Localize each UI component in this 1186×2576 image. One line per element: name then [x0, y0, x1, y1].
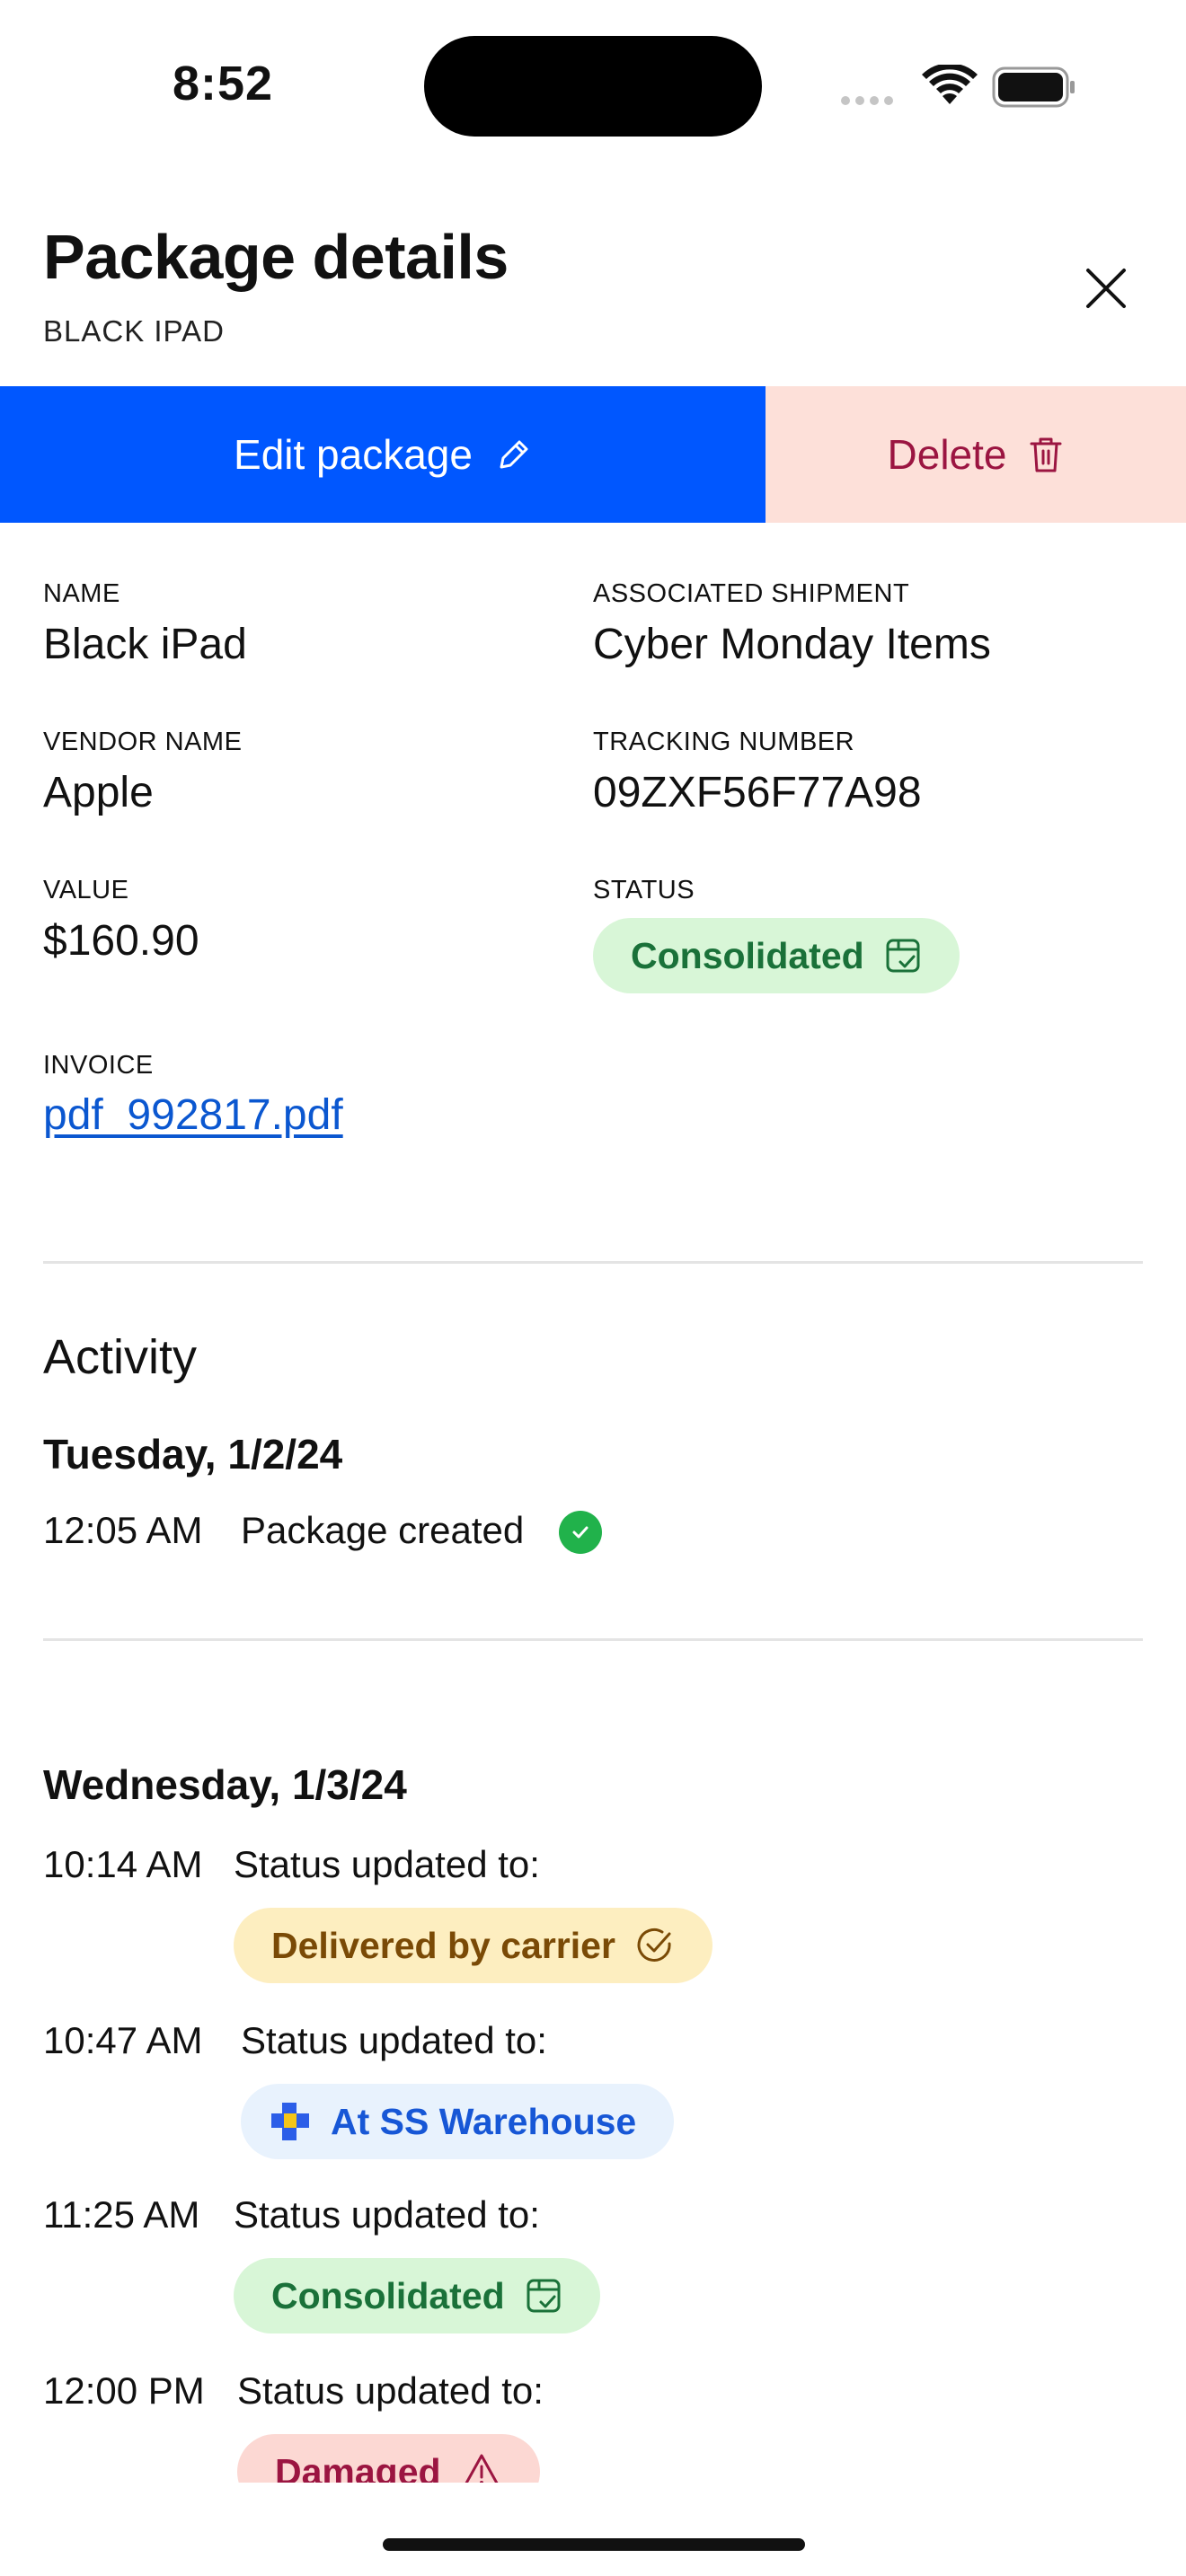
vendor-label: VENDOR NAME	[43, 728, 243, 756]
status-badge: Delivered by carrier	[234, 1908, 712, 1983]
scroll-clip: Damaged	[237, 2434, 597, 2483]
activity-day-date: Tuesday, 1/2/24	[43, 1431, 343, 1478]
value-label: VALUE	[43, 876, 129, 904]
page-subtitle: BLACK IPAD	[43, 314, 225, 348]
activity-time: 11:25 AM	[43, 2193, 200, 2236]
dynamic-island	[424, 36, 762, 137]
status-label: STATUS	[593, 876, 695, 904]
delete-button[interactable]: Delete	[766, 386, 1186, 523]
activity-time: 12:05 AM	[43, 1509, 203, 1551]
status-badge-label: Consolidated	[631, 934, 864, 976]
activity-time: 10:47 AM	[43, 2019, 203, 2061]
box-check-icon	[527, 2279, 561, 2313]
status-badge: At SS Warehouse	[241, 2084, 675, 2159]
pencil-icon	[500, 440, 528, 469]
divider	[43, 1261, 1143, 1264]
check-circle-icon	[559, 1511, 602, 1554]
activity-text: Status updated to:	[241, 2019, 547, 2061]
status-badge-label: Delivered by carrier	[271, 1924, 615, 1966]
status-badge: Damaged	[237, 2434, 540, 2483]
wifi-icon	[922, 63, 978, 112]
box-check-icon	[886, 939, 920, 973]
trash-icon	[1030, 437, 1062, 472]
activity-text: Status updated to:	[234, 2193, 540, 2236]
page-title: Package details	[43, 222, 509, 292]
status-badge: Consolidated	[234, 2258, 600, 2333]
activity-time: 12:00 PM	[43, 2369, 205, 2412]
divider	[43, 1638, 1143, 1641]
activity-text: Package created	[241, 1509, 525, 1551]
status-badge-label: At SS Warehouse	[331, 2100, 637, 2142]
status-badge-label: Consolidated	[271, 2274, 505, 2316]
warehouse-logo-icon	[271, 2103, 309, 2140]
shipment-label: ASSOCIATED SHIPMENT	[593, 579, 910, 608]
edit-package-label: Edit package	[234, 431, 473, 478]
value-amount: $160.90	[43, 917, 199, 965]
shipment-value: Cyber Monday Items	[593, 621, 991, 668]
status-time: 8:52	[173, 57, 274, 110]
activity-text: Status updated to:	[234, 1843, 540, 1885]
close-button[interactable]	[1075, 257, 1137, 320]
warning-icon	[465, 2454, 498, 2483]
activity-day-date: Wednesday, 1/3/24	[43, 1761, 407, 1808]
cellular-signal-icon	[841, 93, 898, 110]
activity-text: Status updated to:	[237, 2369, 544, 2412]
check-circle-icon	[637, 1928, 671, 1962]
battery-icon	[992, 66, 1076, 112]
close-icon	[1086, 269, 1126, 308]
home-indicator[interactable]	[383, 2538, 805, 2551]
invoice-label: INVOICE	[43, 1051, 154, 1080]
name-value: Black iPad	[43, 621, 247, 668]
name-label: NAME	[43, 579, 120, 608]
edit-package-button[interactable]: Edit package	[0, 386, 766, 523]
activity-time: 10:14 AM	[43, 1843, 203, 1885]
tracking-label: TRACKING NUMBER	[593, 728, 855, 756]
status-badge: Consolidated	[593, 918, 960, 993]
tracking-value: 09ZXF56F77A98	[593, 769, 922, 816]
invoice-link[interactable]: pdf_992817.pdf	[43, 1090, 343, 1140]
activity-heading: Activity	[43, 1330, 198, 1384]
delete-label: Delete	[887, 431, 1007, 478]
vendor-value: Apple	[43, 769, 154, 816]
status-badge-label: Damaged	[275, 2450, 441, 2483]
